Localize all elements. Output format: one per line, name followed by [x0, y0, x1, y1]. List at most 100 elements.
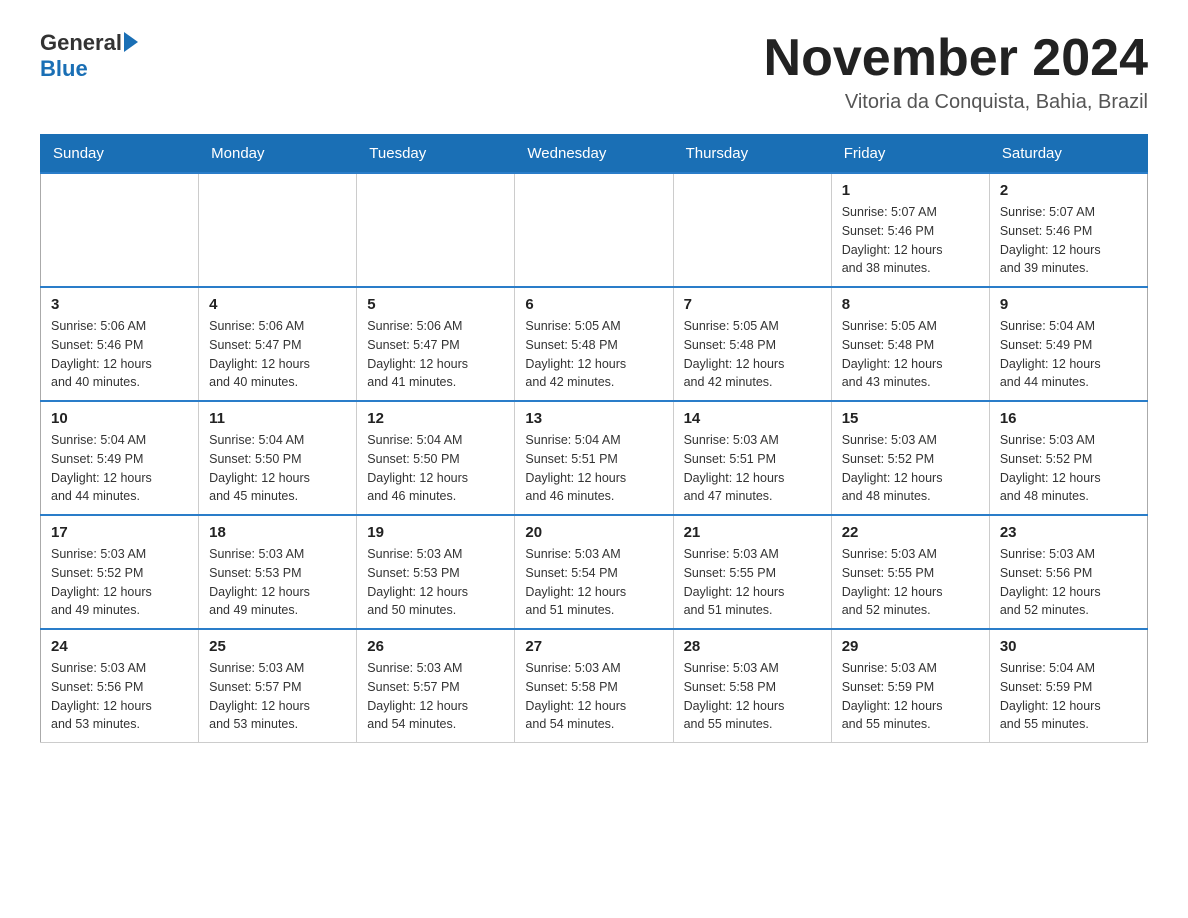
calendar-cell — [357, 173, 515, 287]
day-info: Sunrise: 5:03 AM Sunset: 5:55 PM Dayligh… — [842, 545, 979, 620]
day-number: 8 — [842, 296, 979, 313]
calendar-cell: 1 Sunrise: 5:07 AM Sunset: 5:46 PM Daylig… — [831, 173, 989, 287]
day-info: Sunrise: 5:06 AM Sunset: 5:47 PM Dayligh… — [367, 317, 504, 392]
calendar-cell: 7 Sunrise: 5:05 AM Sunset: 5:48 PM Daylig… — [673, 287, 831, 401]
calendar-cell — [199, 173, 357, 287]
day-info: Sunrise: 5:07 AM Sunset: 5:46 PM Dayligh… — [842, 203, 979, 278]
day-number: 20 — [525, 524, 662, 541]
day-number: 27 — [525, 638, 662, 655]
calendar-cell: 15 Sunrise: 5:03 AM Sunset: 5:52 PM Dayli… — [831, 401, 989, 515]
day-number: 28 — [684, 638, 821, 655]
page-header: General Blue November 2024 Vitoria da Co… — [40, 30, 1148, 114]
calendar-cell: 26 Sunrise: 5:03 AM Sunset: 5:57 PM Dayli… — [357, 629, 515, 743]
calendar-cell: 23 Sunrise: 5:03 AM Sunset: 5:56 PM Dayli… — [989, 515, 1147, 629]
logo-general-text: General — [40, 30, 122, 56]
location-subtitle: Vitoria da Conquista, Bahia, Brazil — [764, 91, 1148, 114]
day-number: 15 — [842, 410, 979, 427]
day-info: Sunrise: 5:03 AM Sunset: 5:57 PM Dayligh… — [367, 659, 504, 734]
calendar-cell: 29 Sunrise: 5:03 AM Sunset: 5:59 PM Dayli… — [831, 629, 989, 743]
day-info: Sunrise: 5:03 AM Sunset: 5:56 PM Dayligh… — [51, 659, 188, 734]
day-info: Sunrise: 5:03 AM Sunset: 5:54 PM Dayligh… — [525, 545, 662, 620]
calendar-cell: 11 Sunrise: 5:04 AM Sunset: 5:50 PM Dayli… — [199, 401, 357, 515]
calendar-cell: 5Sunrise: 5:06 AM Sunset: 5:47 PM Daylig… — [357, 287, 515, 401]
day-info: Sunrise: 5:06 AM Sunset: 5:46 PM Dayligh… — [51, 317, 188, 392]
day-info: Sunrise: 5:03 AM Sunset: 5:56 PM Dayligh… — [1000, 545, 1137, 620]
day-info: Sunrise: 5:05 AM Sunset: 5:48 PM Dayligh… — [842, 317, 979, 392]
day-number: 14 — [684, 410, 821, 427]
calendar-cell: 22Sunrise: 5:03 AM Sunset: 5:55 PM Dayli… — [831, 515, 989, 629]
calendar-week-row: 3 Sunrise: 5:06 AM Sunset: 5:46 PM Daylig… — [41, 287, 1148, 401]
day-number: 24 — [51, 638, 188, 655]
calendar-header-row: SundayMondayTuesdayWednesdayThursdayFrid… — [41, 135, 1148, 174]
day-info: Sunrise: 5:06 AM Sunset: 5:47 PM Dayligh… — [209, 317, 346, 392]
day-number: 23 — [1000, 524, 1137, 541]
day-number: 21 — [684, 524, 821, 541]
calendar-cell: 28 Sunrise: 5:03 AM Sunset: 5:58 PM Dayli… — [673, 629, 831, 743]
calendar-cell: 9Sunrise: 5:04 AM Sunset: 5:49 PM Daylig… — [989, 287, 1147, 401]
calendar-table: SundayMondayTuesdayWednesdayThursdayFrid… — [40, 134, 1148, 743]
day-number: 11 — [209, 410, 346, 427]
day-number: 1 — [842, 182, 979, 199]
calendar-cell: 3 Sunrise: 5:06 AM Sunset: 5:46 PM Daylig… — [41, 287, 199, 401]
day-info: Sunrise: 5:05 AM Sunset: 5:48 PM Dayligh… — [525, 317, 662, 392]
day-info: Sunrise: 5:03 AM Sunset: 5:52 PM Dayligh… — [842, 431, 979, 506]
calendar-cell: 10Sunrise: 5:04 AM Sunset: 5:49 PM Dayli… — [41, 401, 199, 515]
day-info: Sunrise: 5:04 AM Sunset: 5:51 PM Dayligh… — [525, 431, 662, 506]
logo-arrow-icon — [124, 32, 138, 52]
day-number: 19 — [367, 524, 504, 541]
day-number: 13 — [525, 410, 662, 427]
day-number: 6 — [525, 296, 662, 313]
calendar-cell: 16Sunrise: 5:03 AM Sunset: 5:52 PM Dayli… — [989, 401, 1147, 515]
month-title: November 2024 — [764, 30, 1148, 87]
calendar-cell: 25 Sunrise: 5:03 AM Sunset: 5:57 PM Dayli… — [199, 629, 357, 743]
day-number: 18 — [209, 524, 346, 541]
day-info: Sunrise: 5:04 AM Sunset: 5:50 PM Dayligh… — [367, 431, 504, 506]
day-number: 17 — [51, 524, 188, 541]
day-number: 12 — [367, 410, 504, 427]
day-info: Sunrise: 5:05 AM Sunset: 5:48 PM Dayligh… — [684, 317, 821, 392]
calendar-cell: 30 Sunrise: 5:04 AM Sunset: 5:59 PM Dayli… — [989, 629, 1147, 743]
calendar-cell: 20 Sunrise: 5:03 AM Sunset: 5:54 PM Dayli… — [515, 515, 673, 629]
day-info: Sunrise: 5:03 AM Sunset: 5:58 PM Dayligh… — [525, 659, 662, 734]
logo: General Blue — [40, 30, 138, 82]
calendar-cell: 12 Sunrise: 5:04 AM Sunset: 5:50 PM Dayli… — [357, 401, 515, 515]
day-number: 25 — [209, 638, 346, 655]
col-header-monday: Monday — [199, 135, 357, 174]
day-info: Sunrise: 5:04 AM Sunset: 5:49 PM Dayligh… — [51, 431, 188, 506]
calendar-cell: 2Sunrise: 5:07 AM Sunset: 5:46 PM Daylig… — [989, 173, 1147, 287]
day-number: 30 — [1000, 638, 1137, 655]
calendar-cell — [515, 173, 673, 287]
calendar-cell: 6 Sunrise: 5:05 AM Sunset: 5:48 PM Daylig… — [515, 287, 673, 401]
calendar-cell: 19Sunrise: 5:03 AM Sunset: 5:53 PM Dayli… — [357, 515, 515, 629]
day-info: Sunrise: 5:03 AM Sunset: 5:52 PM Dayligh… — [51, 545, 188, 620]
col-header-saturday: Saturday — [989, 135, 1147, 174]
col-header-wednesday: Wednesday — [515, 135, 673, 174]
calendar-cell: 8 Sunrise: 5:05 AM Sunset: 5:48 PM Daylig… — [831, 287, 989, 401]
col-header-thursday: Thursday — [673, 135, 831, 174]
col-header-friday: Friday — [831, 135, 989, 174]
day-number: 9 — [1000, 296, 1137, 313]
day-info: Sunrise: 5:03 AM Sunset: 5:58 PM Dayligh… — [684, 659, 821, 734]
day-number: 7 — [684, 296, 821, 313]
calendar-week-row: 17 Sunrise: 5:03 AM Sunset: 5:52 PM Dayli… — [41, 515, 1148, 629]
calendar-cell — [673, 173, 831, 287]
day-info: Sunrise: 5:03 AM Sunset: 5:55 PM Dayligh… — [684, 545, 821, 620]
day-number: 3 — [51, 296, 188, 313]
calendar-cell: 17 Sunrise: 5:03 AM Sunset: 5:52 PM Dayli… — [41, 515, 199, 629]
day-info: Sunrise: 5:03 AM Sunset: 5:59 PM Dayligh… — [842, 659, 979, 734]
day-number: 4 — [209, 296, 346, 313]
day-info: Sunrise: 5:04 AM Sunset: 5:50 PM Dayligh… — [209, 431, 346, 506]
day-number: 26 — [367, 638, 504, 655]
calendar-cell: 24 Sunrise: 5:03 AM Sunset: 5:56 PM Dayli… — [41, 629, 199, 743]
day-info: Sunrise: 5:07 AM Sunset: 5:46 PM Dayligh… — [1000, 203, 1137, 278]
calendar-cell: 4 Sunrise: 5:06 AM Sunset: 5:47 PM Daylig… — [199, 287, 357, 401]
day-info: Sunrise: 5:03 AM Sunset: 5:57 PM Dayligh… — [209, 659, 346, 734]
calendar-title-area: November 2024 Vitoria da Conquista, Bahi… — [764, 30, 1148, 114]
calendar-cell: 27 Sunrise: 5:03 AM Sunset: 5:58 PM Dayli… — [515, 629, 673, 743]
calendar-cell: 18Sunrise: 5:03 AM Sunset: 5:53 PM Dayli… — [199, 515, 357, 629]
calendar-week-row: 10Sunrise: 5:04 AM Sunset: 5:49 PM Dayli… — [41, 401, 1148, 515]
calendar-cell: 13 Sunrise: 5:04 AM Sunset: 5:51 PM Dayli… — [515, 401, 673, 515]
day-info: Sunrise: 5:04 AM Sunset: 5:59 PM Dayligh… — [1000, 659, 1137, 734]
day-info: Sunrise: 5:03 AM Sunset: 5:52 PM Dayligh… — [1000, 431, 1137, 506]
day-number: 29 — [842, 638, 979, 655]
